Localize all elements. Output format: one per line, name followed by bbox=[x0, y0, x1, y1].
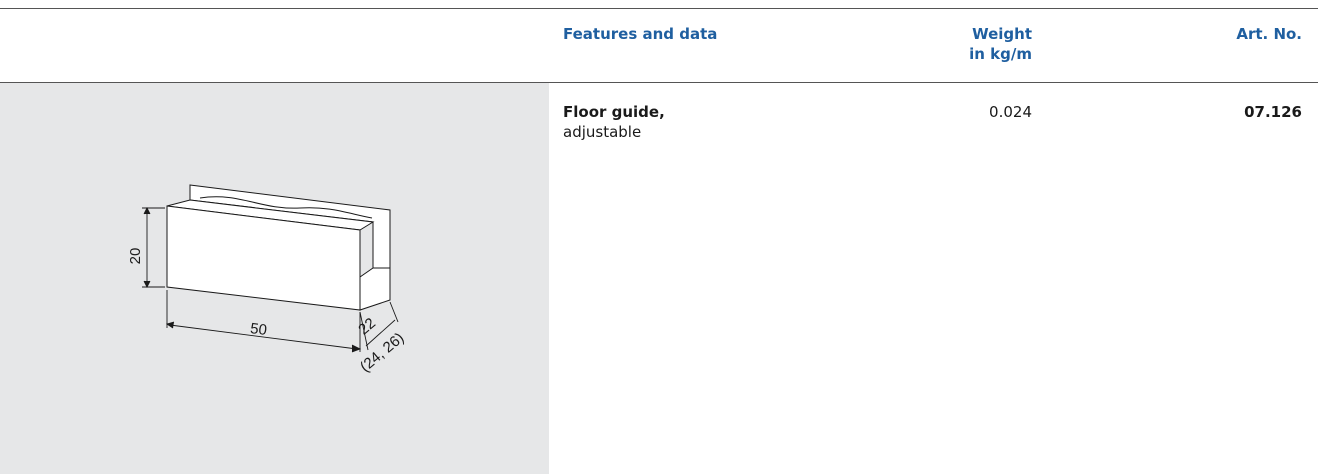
dim-height-label: 20 bbox=[127, 248, 144, 265]
product-art-no: 07.126 bbox=[1244, 103, 1302, 121]
table-top-rule bbox=[0, 8, 1318, 9]
product-image-panel: 20 50 22 (24, 26) bbox=[0, 83, 549, 474]
header-art-no: Art. No. bbox=[1236, 25, 1302, 43]
header-weight: Weight in kg/m bbox=[880, 24, 1032, 64]
product-description: adjustable bbox=[563, 123, 642, 141]
dim-width-label: 22 bbox=[355, 315, 379, 339]
base-shape bbox=[359, 267, 391, 311]
header-weight-line2: in kg/m bbox=[969, 45, 1032, 63]
header-features: Features and data bbox=[563, 25, 718, 43]
header-weight-line1: Weight bbox=[972, 25, 1032, 43]
floor-guide-drawing: 20 50 22 (24, 26) bbox=[127, 184, 407, 376]
dim-length-label: 50 bbox=[249, 320, 268, 339]
product-weight: 0.024 bbox=[989, 103, 1032, 121]
product-name: Floor guide, bbox=[563, 103, 665, 121]
